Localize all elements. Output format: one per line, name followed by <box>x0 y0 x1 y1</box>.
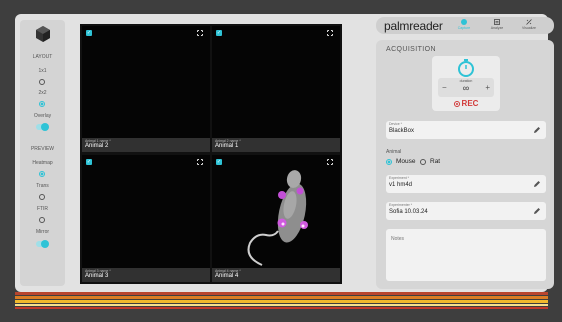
record-button[interactable]: REC <box>432 99 500 108</box>
camera-cell-1[interactable]: ✓ Animal 1 name * Animal 2 <box>82 26 210 152</box>
overlay-label: Overlay <box>33 113 52 119</box>
layout-heading: LAYOUT <box>32 54 53 60</box>
brand-title: palmreader <box>384 19 443 33</box>
camera-2-name: Animal 1 <box>215 143 239 149</box>
device-value: BlackBox <box>389 128 415 134</box>
edit-pencil-icon[interactable] <box>533 126 541 134</box>
stripe <box>15 300 548 303</box>
experimenter-caption: Experimenter * <box>389 203 413 207</box>
camera-2-namebar[interactable]: Animal 2 name * Animal 1 <box>212 138 340 152</box>
record-icon <box>453 100 460 107</box>
right-panel: palmreader Capture Analyze Visualize ACQ… <box>376 17 554 289</box>
camera-3-namebar[interactable]: Animal 3 name * Animal 3 <box>82 268 210 282</box>
stripe <box>15 307 548 309</box>
capture-icon <box>461 19 467 25</box>
animal-section-label: Animal <box>386 149 402 155</box>
mirror-label: Mirror <box>35 229 50 235</box>
camera-1-namebar[interactable]: Animal 1 name * Animal 2 <box>82 138 210 152</box>
camera-3-checkbox[interactable]: ✓ <box>86 159 92 165</box>
species-rat-radio[interactable] <box>420 159 426 165</box>
overlay-toggle[interactable] <box>36 123 49 131</box>
nav-visualize-label: Visualize <box>522 26 536 30</box>
fullscreen-icon[interactable] <box>196 29 204 37</box>
ftir-label: FTIR <box>36 206 49 212</box>
edit-pencil-icon[interactable] <box>533 207 541 215</box>
layout-2x2-label: 2x2 <box>38 90 47 96</box>
layout-1x1-label: 1x1 <box>38 68 47 74</box>
experimenter-value: Sofia 10.03.24 <box>389 209 428 215</box>
heatmap-radio[interactable] <box>39 171 45 177</box>
app-frame: LAYOUT 1x1 2x2 Overlay PREVIEW Heatmap T… <box>0 0 562 322</box>
layout-1x1-radio[interactable] <box>39 79 45 85</box>
device-caption: Device * <box>389 122 403 126</box>
species-rat-label: Rat <box>430 158 441 165</box>
ftir-radio[interactable] <box>39 217 45 223</box>
duration-increase-button[interactable]: + <box>485 83 490 92</box>
experiment-caption: Experiment * <box>389 176 410 180</box>
layout-2x2-radio[interactable] <box>39 101 45 107</box>
edit-pencil-icon[interactable] <box>533 180 541 188</box>
camera-grid: ✓ Animal 1 name * Animal 2 ✓ Animal 2 na… <box>80 24 342 284</box>
notes-placeholder: Notes <box>391 236 405 242</box>
fullscreen-icon[interactable] <box>326 29 334 37</box>
acquisition-panel: ACQUISITION duration − ∞ + REC Device * … <box>376 40 554 289</box>
acquisition-title: ACQUISITION <box>386 46 436 53</box>
nav-analyze-label: Analyze <box>490 26 504 30</box>
mirror-toggle[interactable] <box>36 240 49 248</box>
camera-3-name: Animal 3 <box>85 273 109 279</box>
analyze-icon <box>494 19 500 25</box>
visualize-icon <box>526 19 532 25</box>
trans-radio[interactable] <box>39 194 45 200</box>
preview-heading: PREVIEW <box>30 146 55 152</box>
stripe <box>15 292 548 295</box>
top-nav-bar: palmreader Capture Analyze Visualize <box>376 17 554 34</box>
mouse-heatmap-image <box>247 170 308 266</box>
record-label: REC <box>461 99 479 108</box>
camera-cell-4[interactable]: ✓ Animal 4 name * Animal 4 <box>212 155 340 282</box>
timer-box: duration − ∞ + REC <box>432 56 500 111</box>
species-mouse-radio[interactable] <box>386 159 392 165</box>
camera-1-name: Animal 2 <box>85 143 109 149</box>
species-mouse-label: Mouse <box>396 158 416 165</box>
camera-cell-3[interactable]: ✓ Animal 3 name * Animal 3 <box>82 155 210 282</box>
heatmap-label: Heatmap <box>32 160 53 166</box>
camera-1-checkbox[interactable]: ✓ <box>86 30 92 36</box>
nav-visualize[interactable]: Visualize <box>518 19 540 33</box>
camera-4-name: Animal 4 <box>215 273 239 279</box>
experimenter-field[interactable]: Experimenter * Sofia 10.03.24 <box>386 202 546 220</box>
fullscreen-icon[interactable] <box>196 158 204 166</box>
duration-box: duration − ∞ + <box>438 78 494 97</box>
trans-label: Trans <box>36 183 49 189</box>
device-field[interactable]: Device * BlackBox <box>386 121 546 139</box>
camera-2-checkbox[interactable]: ✓ <box>216 30 222 36</box>
camera-4-namebar[interactable]: Animal 4 name * Animal 4 <box>212 268 340 282</box>
nav-analyze[interactable]: Analyze <box>486 19 508 33</box>
stripe <box>15 296 548 299</box>
nav-capture[interactable]: Capture <box>453 19 475 33</box>
camera-cell-2[interactable]: ✓ Animal 2 name * Animal 1 <box>212 26 340 152</box>
experiment-field[interactable]: Experiment * v1 hm4d <box>386 175 546 193</box>
stopwatch-icon <box>458 59 474 77</box>
experiment-value: v1 hm4d <box>389 182 413 188</box>
nav-capture-label: Capture <box>457 26 471 30</box>
notes-textarea[interactable]: Notes <box>386 229 546 281</box>
camera-4-checkbox[interactable]: ✓ <box>216 159 222 165</box>
logo-icon <box>36 26 50 42</box>
decorative-stripes <box>15 292 548 310</box>
stripe <box>15 304 548 306</box>
